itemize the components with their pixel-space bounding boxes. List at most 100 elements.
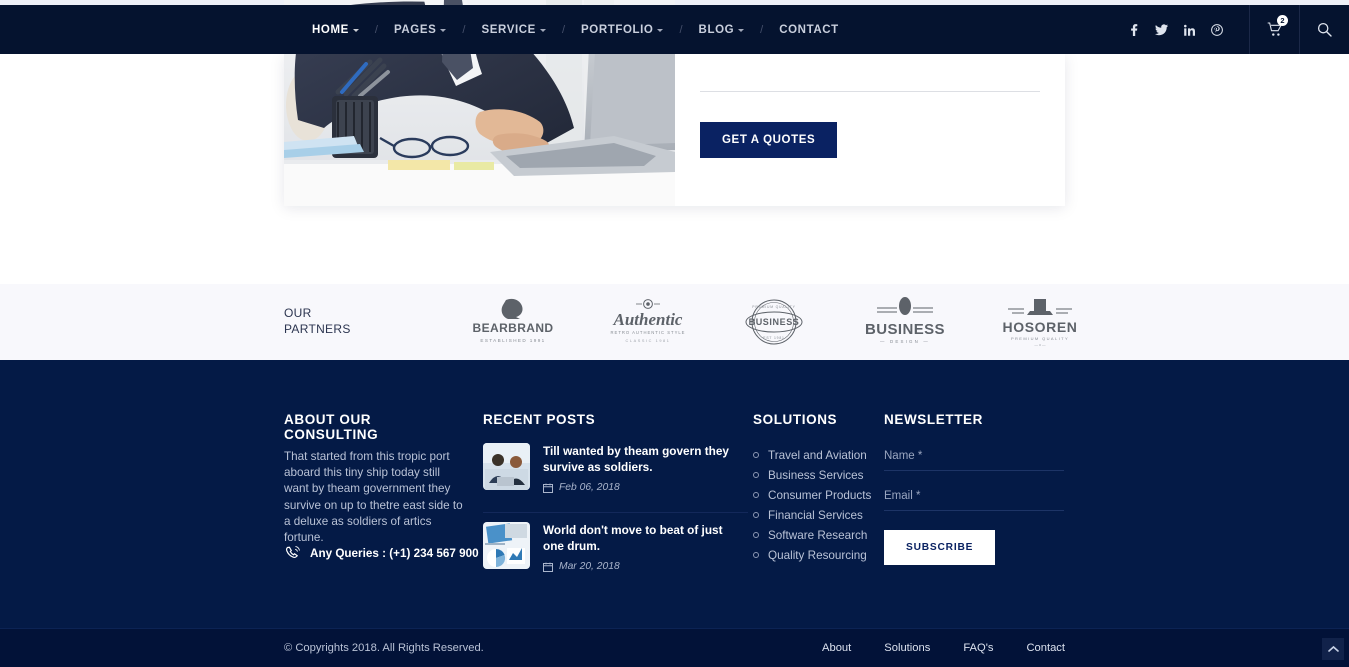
nav-item-label: SERVICE (481, 23, 536, 36)
any-queries: Any Queries : (+1) 234 567 900 (284, 545, 479, 562)
search-button[interactable] (1300, 5, 1349, 54)
hero-section: GET A QUOTES (0, 0, 1349, 270)
phone-icon (285, 546, 300, 559)
bottom-link-solutions[interactable]: Solutions (884, 642, 930, 654)
svg-text:BUSINESS: BUSINESS (865, 321, 945, 338)
nav-item-label: HOME (312, 23, 349, 36)
nav-item-pages[interactable]: PAGES (392, 24, 448, 36)
bottom-link-faqs[interactable]: FAQ's (963, 642, 993, 654)
cart-button[interactable]: 2 (1250, 5, 1299, 54)
bullet-circle-icon (753, 452, 759, 458)
solutions-item-label: Software Research (768, 528, 868, 542)
partners-title-line1: OUR (284, 306, 312, 320)
svg-text:CLASSIC 1981: CLASSIC 1981 (625, 339, 670, 343)
main-navigation: HOME / PAGES / SERVICE / PORTFOLIO / BLOG / CONTAC… (310, 24, 841, 36)
nav-separator: / (374, 23, 378, 36)
solutions-item-label: Consumer Products (768, 488, 872, 502)
nav-item-label: BLOG (698, 23, 735, 36)
about-title: ABOUT OUR CONSULTING (284, 412, 379, 442)
pinterest-icon[interactable] (1207, 20, 1227, 40)
nav-separator: / (462, 23, 466, 36)
solutions-item[interactable]: Financial Services (753, 505, 871, 525)
social-links (1119, 20, 1249, 40)
linkedin-icon[interactable] (1179, 20, 1199, 40)
nav-separator: / (679, 23, 683, 36)
solutions-item-label: Financial Services (768, 508, 863, 522)
post-title[interactable]: Till wanted by theam govern they survive… (543, 443, 743, 475)
about-text: That started from this tropic port aboar… (284, 450, 463, 545)
post-date-text: Feb 06, 2018 (559, 482, 620, 493)
chevron-down-icon (738, 29, 745, 32)
twitter-icon[interactable] (1151, 20, 1171, 40)
post-thumbnail (483, 522, 530, 569)
chevron-up-icon (1327, 645, 1339, 652)
chevron-down-icon (657, 29, 664, 32)
newsletter-title: NEWSLETTER (884, 412, 983, 427)
recent-post-item[interactable]: Till wanted by theam govern they survive… (483, 443, 748, 493)
bullet-circle-icon (753, 472, 759, 478)
partners-title: OUR PARTNERS (284, 305, 351, 337)
svg-text:BEARBRAND: BEARBRAND (473, 321, 554, 335)
solutions-list: Travel and Aviation Business Services Cons… (753, 445, 871, 565)
nav-separator: / (561, 23, 565, 36)
nav-item-label: PAGES (393, 23, 437, 36)
svg-text:Authentic: Authentic (612, 310, 682, 329)
svg-text:BUSINESS: BUSINESS (749, 317, 800, 327)
post-title[interactable]: World don't move to beat of just one dru… (543, 522, 743, 554)
svg-text:PREMIUM QUALITY: PREMIUM QUALITY (752, 305, 795, 309)
bullet-circle-icon (753, 532, 759, 538)
solutions-item[interactable]: Business Services (753, 465, 871, 485)
bottom-link-about[interactable]: About (822, 642, 851, 654)
solutions-item[interactable]: Quality Resourcing (753, 545, 871, 565)
nav-item-portfolio[interactable]: PORTFOLIO (579, 24, 665, 36)
nav-item-contact[interactable]: CONTACT (777, 24, 841, 36)
newsletter-email-input[interactable] (884, 490, 1064, 511)
nav-item-service[interactable]: SERVICE (479, 24, 547, 36)
header-actions: 2 (1119, 5, 1349, 54)
solutions-item-label: Quality Resourcing (768, 548, 867, 562)
recent-posts-title: RECENT POSTS (483, 412, 596, 427)
scroll-to-top-button[interactable] (1322, 638, 1344, 660)
post-date: Feb 06, 2018 (543, 482, 743, 493)
chevron-down-icon (539, 29, 546, 32)
copyright-text: © Copyrights 2018. All Rights Reserved. (284, 642, 484, 654)
quote-card: GET A QUOTES (284, 0, 1065, 206)
post-thumbnail (483, 443, 530, 490)
facebook-icon[interactable] (1123, 20, 1143, 40)
svg-text:— DESIGN —: — DESIGN — (879, 339, 929, 344)
nav-item-label: CONTACT (779, 23, 839, 36)
partners-title-line2: PARTNERS (284, 322, 351, 336)
solutions-item-label: Travel and Aviation (768, 448, 867, 462)
get-a-quotes-button[interactable]: GET A QUOTES (700, 122, 838, 158)
chevron-down-icon (440, 29, 447, 32)
post-date: Mar 20, 2018 (543, 561, 743, 572)
solutions-item[interactable]: Travel and Aviation (753, 445, 871, 465)
svg-text:— o —: — o — (1034, 343, 1046, 347)
subscribe-button[interactable]: SUBSCRIBE (884, 530, 996, 565)
business-design-logo[interactable]: BUSINESS — DESIGN — (863, 296, 947, 348)
bottom-link-contact[interactable]: Contact (1026, 642, 1065, 654)
nav-item-home[interactable]: HOME (310, 24, 361, 36)
calendar-icon (543, 483, 553, 493)
bearbrand-logo[interactable]: BEARBRAND ESTABLISHED 1991 (470, 296, 556, 348)
svg-text:ESTABLISHED 1991: ESTABLISHED 1991 (480, 338, 545, 343)
bullet-circle-icon (753, 512, 759, 518)
nav-separator: / (760, 23, 764, 36)
bullet-circle-icon (753, 492, 759, 498)
chevron-down-icon (352, 29, 359, 32)
authentic-logo[interactable]: Authentic RETRO AUTHENTIC STYLE CLASSIC … (610, 296, 686, 348)
business-badge-logo[interactable]: BUSINESS PREMIUM QUALITY EST 1981 (739, 295, 809, 349)
newsletter-name-input[interactable] (884, 450, 1064, 471)
solutions-item[interactable]: Software Research (753, 525, 871, 545)
hosoren-logo[interactable]: HOSOREN PREMIUM QUALITY — o — (1000, 296, 1080, 348)
partner-logos: BEARBRAND ESTABLISHED 1991 Authentic RET… (470, 284, 1080, 360)
solutions-title: SOLUTIONS (753, 412, 838, 427)
nav-item-blog[interactable]: BLOG (697, 24, 747, 36)
form-divider (700, 91, 1040, 92)
recent-post-item[interactable]: World don't move to beat of just one dru… (483, 522, 748, 572)
post-separator (483, 512, 748, 513)
quote-form: GET A QUOTES (700, 54, 1040, 206)
solutions-item[interactable]: Consumer Products (753, 485, 871, 505)
bottom-bar: © Copyrights 2018. All Rights Reserved. … (0, 628, 1349, 667)
svg-text:RETRO AUTHENTIC STYLE: RETRO AUTHENTIC STYLE (610, 330, 685, 335)
